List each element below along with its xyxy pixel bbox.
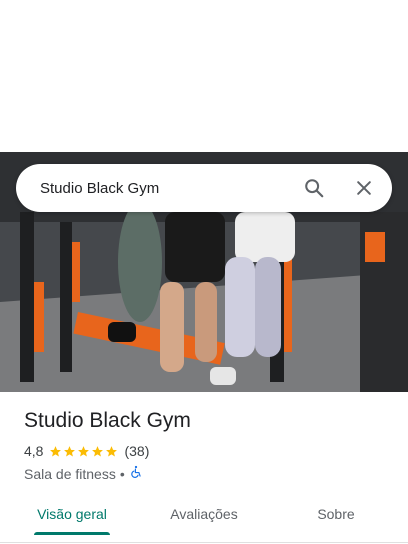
place-title: Studio Black Gym bbox=[24, 409, 191, 432]
star-rating bbox=[49, 445, 119, 458]
search-icon[interactable] bbox=[296, 170, 332, 206]
tab-label: Avaliações bbox=[170, 506, 238, 522]
tab-label: Sobre bbox=[317, 506, 355, 522]
separator-dot: • bbox=[119, 465, 125, 482]
tab-bar: Visão geral Avaliações Sobre bbox=[0, 494, 408, 543]
search-bar[interactable]: Studio Black Gym bbox=[16, 164, 392, 212]
star-icon bbox=[64, 445, 76, 456]
star-icon bbox=[106, 445, 118, 456]
search-input[interactable]: Studio Black Gym bbox=[40, 180, 282, 197]
rating-row[interactable]: 4,8 (38) bbox=[24, 443, 149, 459]
tab-overview[interactable]: Visão geral bbox=[26, 494, 118, 535]
tab-reviews[interactable]: Avaliações bbox=[158, 494, 250, 534]
wheelchair-icon bbox=[129, 465, 143, 482]
star-icon bbox=[50, 445, 62, 456]
active-tab-indicator bbox=[34, 532, 110, 535]
star-icon bbox=[78, 445, 90, 456]
rating-value: 4,8 bbox=[24, 443, 44, 459]
close-icon[interactable] bbox=[346, 170, 382, 206]
star-icon bbox=[92, 445, 104, 456]
place-category: Sala de fitness bbox=[24, 465, 116, 482]
category-row: Sala de fitness • bbox=[24, 465, 143, 482]
tab-label: Visão geral bbox=[37, 506, 107, 522]
tab-about[interactable]: Sobre bbox=[296, 494, 376, 534]
review-count[interactable]: (38) bbox=[124, 443, 149, 459]
